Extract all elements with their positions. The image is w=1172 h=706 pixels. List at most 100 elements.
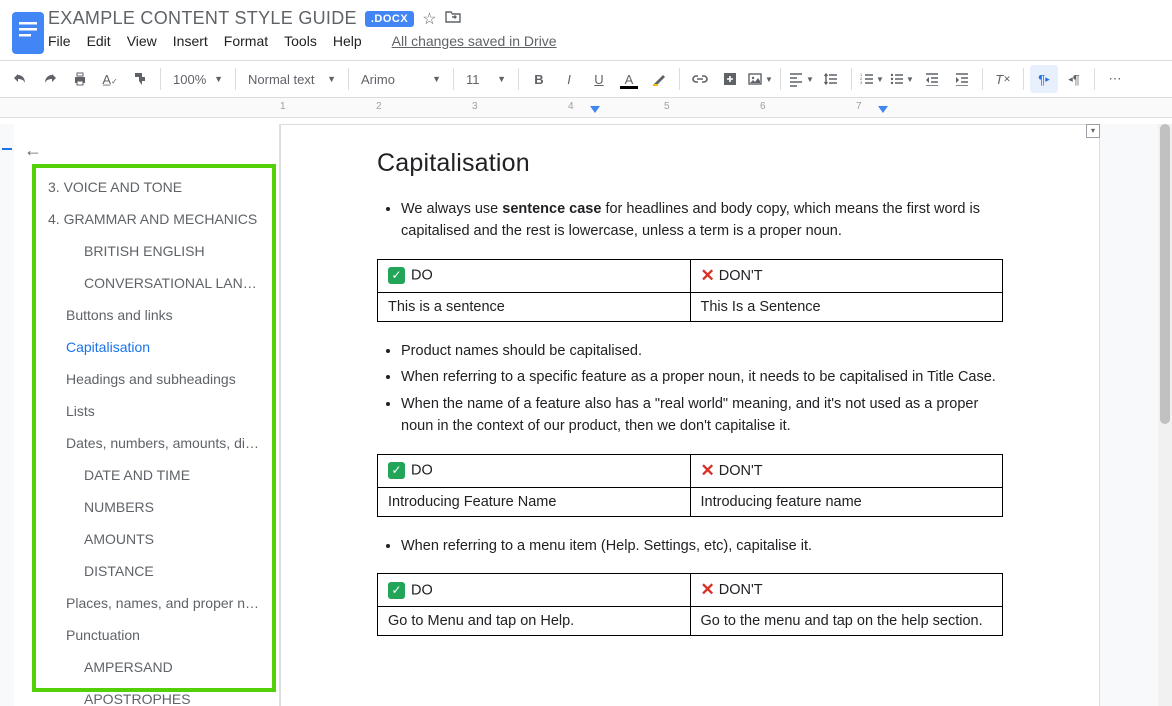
decrease-indent-button[interactable] (918, 65, 946, 93)
cross-icon: ✕ (701, 580, 715, 599)
outline-item[interactable]: APOSTROPHES (14, 683, 279, 706)
section-title: Capitalisation (377, 149, 1003, 178)
highlight-color-button[interactable] (645, 65, 673, 93)
italic-button[interactable]: I (555, 65, 583, 93)
redo-button[interactable] (36, 65, 64, 93)
docx-badge: .DOCX (365, 11, 414, 27)
menu-help[interactable]: Help (333, 33, 362, 49)
dont-cell: This Is a Sentence (690, 292, 1003, 321)
rtl-button[interactable]: ◂¶ (1060, 65, 1088, 93)
align-button[interactable]: ▼ (787, 65, 815, 93)
text-color-button[interactable]: A (615, 65, 643, 93)
spellcheck-button[interactable]: A̲✓ (96, 65, 124, 93)
ruler[interactable]: 1 2 3 4 5 6 7 (0, 98, 1172, 118)
bullet-list: We always use sentence case for headline… (401, 198, 1003, 243)
menu-format[interactable]: Format (224, 33, 268, 49)
left-rail (0, 124, 14, 706)
zoom-dropdown[interactable]: 100%▼ (167, 66, 229, 92)
outline-panel: ← 3. VOICE AND TONE4. GRAMMAR AND MECHAN… (14, 124, 280, 706)
insert-image-button[interactable]: ▼ (746, 65, 774, 93)
outline-item[interactable]: AMPERSAND (14, 651, 279, 683)
indent-marker-icon[interactable] (878, 106, 888, 113)
outline-item[interactable]: DISTANCE (14, 555, 279, 587)
bold-button[interactable]: B (525, 65, 553, 93)
ruler-mark: 3 (472, 101, 478, 112)
outline-list: 3. VOICE AND TONE4. GRAMMAR AND MECHANIC… (14, 163, 279, 706)
menu-insert[interactable]: Insert (173, 33, 208, 49)
paint-format-button[interactable] (126, 65, 154, 93)
outline-item[interactable]: DATE AND TIME (14, 459, 279, 491)
do-dont-table: ✓DO ✕DON'T This is a sentence This Is a … (377, 259, 1003, 322)
table-options-button[interactable]: ▾ (1086, 124, 1100, 138)
outline-item[interactable]: Buttons and links (14, 299, 279, 331)
ruler-mark: 6 (760, 101, 766, 112)
paragraph-style-dropdown[interactable]: Normal text▼ (242, 66, 342, 92)
underline-button[interactable]: U (585, 65, 613, 93)
numbered-list-button[interactable]: 123▼ (858, 65, 886, 93)
scroll-thumb[interactable] (1160, 124, 1170, 424)
move-to-folder-icon[interactable] (445, 9, 461, 28)
do-dont-table: ✓DO ✕DON'T Introducing Feature Name Intr… (377, 454, 1003, 517)
ruler-mark: 7 (856, 101, 862, 112)
line-spacing-button[interactable] (817, 65, 845, 93)
print-button[interactable] (66, 65, 94, 93)
outline-item[interactable]: Dates, numbers, amounts, di… (14, 427, 279, 459)
outline-back-button[interactable]: ← (14, 134, 279, 163)
document-title[interactable]: EXAMPLE CONTENT STYLE GUIDE (48, 8, 357, 29)
bullet-item: We always use sentence case for headline… (401, 198, 1003, 243)
star-icon[interactable]: ☆ (422, 9, 436, 29)
dont-header-cell: ✕DON'T (690, 574, 1003, 607)
outline-item[interactable]: BRITISH ENGLISH (14, 235, 279, 267)
menu-file[interactable]: File (48, 33, 71, 49)
clear-formatting-button[interactable]: T✕ (989, 65, 1017, 93)
chevron-down-icon: ▼ (327, 74, 336, 84)
svg-text:3: 3 (860, 80, 863, 85)
ruler-mark: 4 (568, 101, 574, 112)
document-page[interactable]: Capitalisation We always use sentence ca… (280, 124, 1100, 706)
indent-marker-icon[interactable] (590, 106, 600, 113)
bullet-item: When referring to a specific feature as … (401, 366, 1003, 388)
docs-logo-icon[interactable] (8, 6, 48, 60)
check-icon: ✓ (388, 582, 405, 599)
more-toolbar-button[interactable]: ⋯ (1101, 65, 1129, 93)
outline-item[interactable]: 4. GRAMMAR AND MECHANICS (14, 203, 279, 235)
outline-item[interactable]: Punctuation (14, 619, 279, 651)
undo-button[interactable] (6, 65, 34, 93)
ruler-mark: 5 (664, 101, 670, 112)
bullet-item: When referring to a menu item (Help. Set… (401, 535, 1003, 557)
outline-item[interactable]: Lists (14, 395, 279, 427)
chevron-down-icon: ▼ (876, 75, 884, 84)
dont-header-cell: ✕DON'T (690, 259, 1003, 292)
cross-icon: ✕ (701, 266, 715, 285)
do-cell: Go to Menu and tap on Help. (378, 607, 691, 636)
font-size-dropdown[interactable]: 11▼ (460, 66, 512, 92)
chevron-down-icon: ▼ (497, 74, 506, 84)
menu-tools[interactable]: Tools (284, 33, 317, 49)
outline-item[interactable]: 3. VOICE AND TONE (14, 171, 279, 203)
outline-item[interactable]: Capitalisation (14, 331, 279, 363)
outline-item[interactable]: CONVERSATIONAL LANG… (14, 267, 279, 299)
font-dropdown[interactable]: Arimo▼ (355, 66, 447, 92)
dont-cell: Go to the menu and tap on the help secti… (690, 607, 1003, 636)
outline-item[interactable]: Headings and subheadings (14, 363, 279, 395)
check-icon: ✓ (388, 267, 405, 284)
save-status[interactable]: All changes saved in Drive (392, 33, 557, 49)
menu-view[interactable]: View (127, 33, 157, 49)
ltr-button[interactable]: ¶▸ (1030, 65, 1058, 93)
insert-link-button[interactable] (686, 65, 714, 93)
ruler-mark: 1 (280, 101, 286, 112)
outline-item[interactable]: NUMBERS (14, 491, 279, 523)
outline-item[interactable]: Places, names, and proper n… (14, 587, 279, 619)
dont-cell: Introducing feature name (690, 487, 1003, 516)
vertical-scrollbar[interactable] (1158, 124, 1172, 706)
increase-indent-button[interactable] (948, 65, 976, 93)
document-area[interactable]: Capitalisation We always use sentence ca… (280, 124, 1172, 706)
do-cell: This is a sentence (378, 292, 691, 321)
chevron-down-icon: ▼ (806, 75, 814, 84)
bulleted-list-button[interactable]: ▼ (888, 65, 916, 93)
do-cell: Introducing Feature Name (378, 487, 691, 516)
menu-edit[interactable]: Edit (87, 33, 111, 49)
add-comment-button[interactable] (716, 65, 744, 93)
outline-item[interactable]: AMOUNTS (14, 523, 279, 555)
workspace: ← 3. VOICE AND TONE4. GRAMMAR AND MECHAN… (0, 124, 1172, 706)
